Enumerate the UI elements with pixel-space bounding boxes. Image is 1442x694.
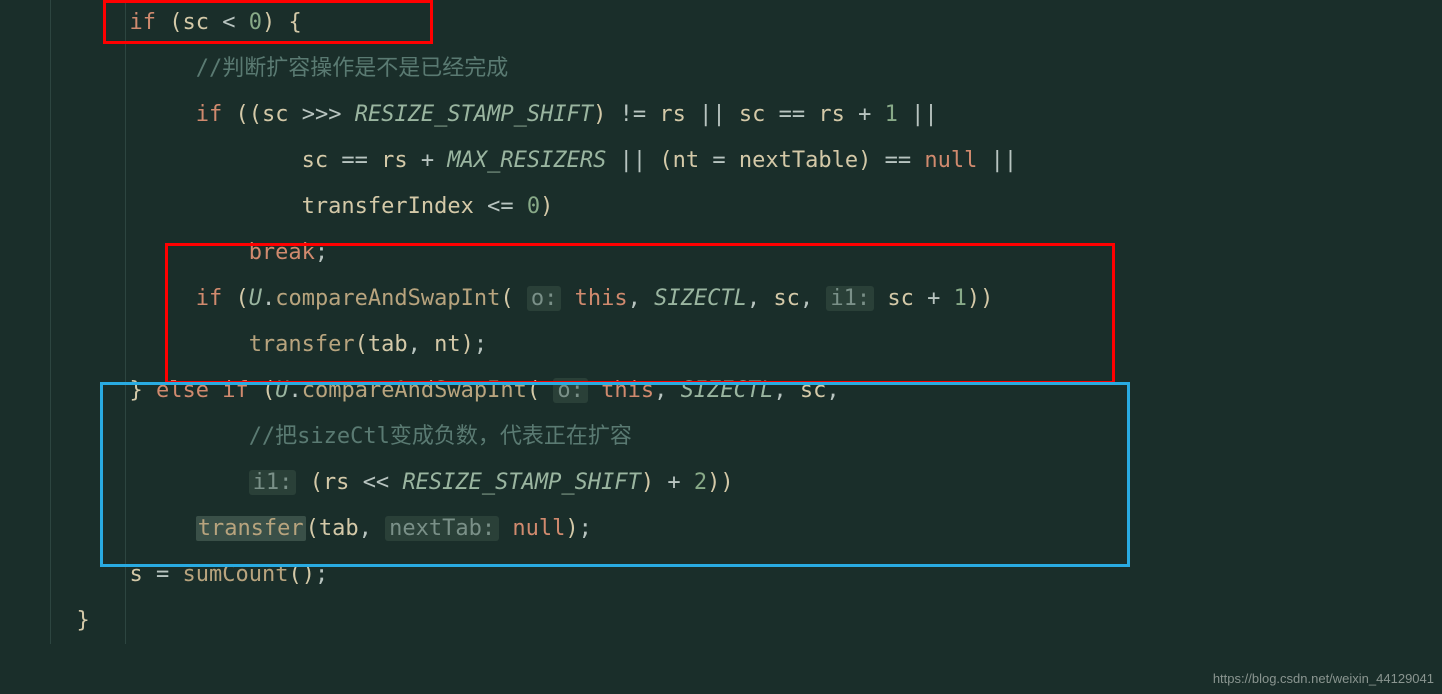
code-line: } else if (U.compareAndSwapInt( o: this,…: [30, 368, 1442, 414]
comment: //把sizeCtl变成负数，代表正在扩容: [249, 424, 632, 449]
code-line: transferIndex <= 0): [30, 184, 1442, 230]
param-hint: o:: [553, 378, 588, 403]
code-line: break;: [30, 230, 1442, 276]
code-line: //判断扩容操作是不是已经完成: [30, 46, 1442, 92]
code-line: if (sc < 0) {: [30, 0, 1442, 46]
code-line: if ((sc >>> RESIZE_STAMP_SHIFT) != rs ||…: [30, 92, 1442, 138]
code-line: transfer(tab, nextTab: null);: [30, 506, 1442, 552]
code-editor: if (sc < 0) { //判断扩容操作是不是已经完成 if ((sc >>…: [0, 0, 1442, 644]
code-line: //把sizeCtl变成负数，代表正在扩容: [30, 414, 1442, 460]
param-hint: i1:: [249, 470, 297, 495]
code-line: sc == rs + MAX_RESIZERS || (nt = nextTab…: [30, 138, 1442, 184]
code-line: if (U.compareAndSwapInt( o: this, SIZECT…: [30, 276, 1442, 322]
keyword-break: break: [249, 240, 315, 265]
keyword-if: if: [129, 10, 156, 35]
param-hint: nextTab:: [385, 516, 499, 541]
param-hint: o:: [527, 286, 562, 311]
code-line: transfer(tab, nt);: [30, 322, 1442, 368]
code-line: s = sumCount();: [30, 552, 1442, 598]
watermark: https://blog.csdn.net/weixin_44129041: [1213, 669, 1434, 689]
param-hint: i1:: [826, 286, 874, 311]
code-line: i1: (rs << RESIZE_STAMP_SHIFT) + 2)): [30, 460, 1442, 506]
code-line: }: [30, 598, 1442, 644]
keyword-else: else: [156, 378, 209, 403]
comment: //判断扩容操作是不是已经完成: [196, 56, 509, 81]
